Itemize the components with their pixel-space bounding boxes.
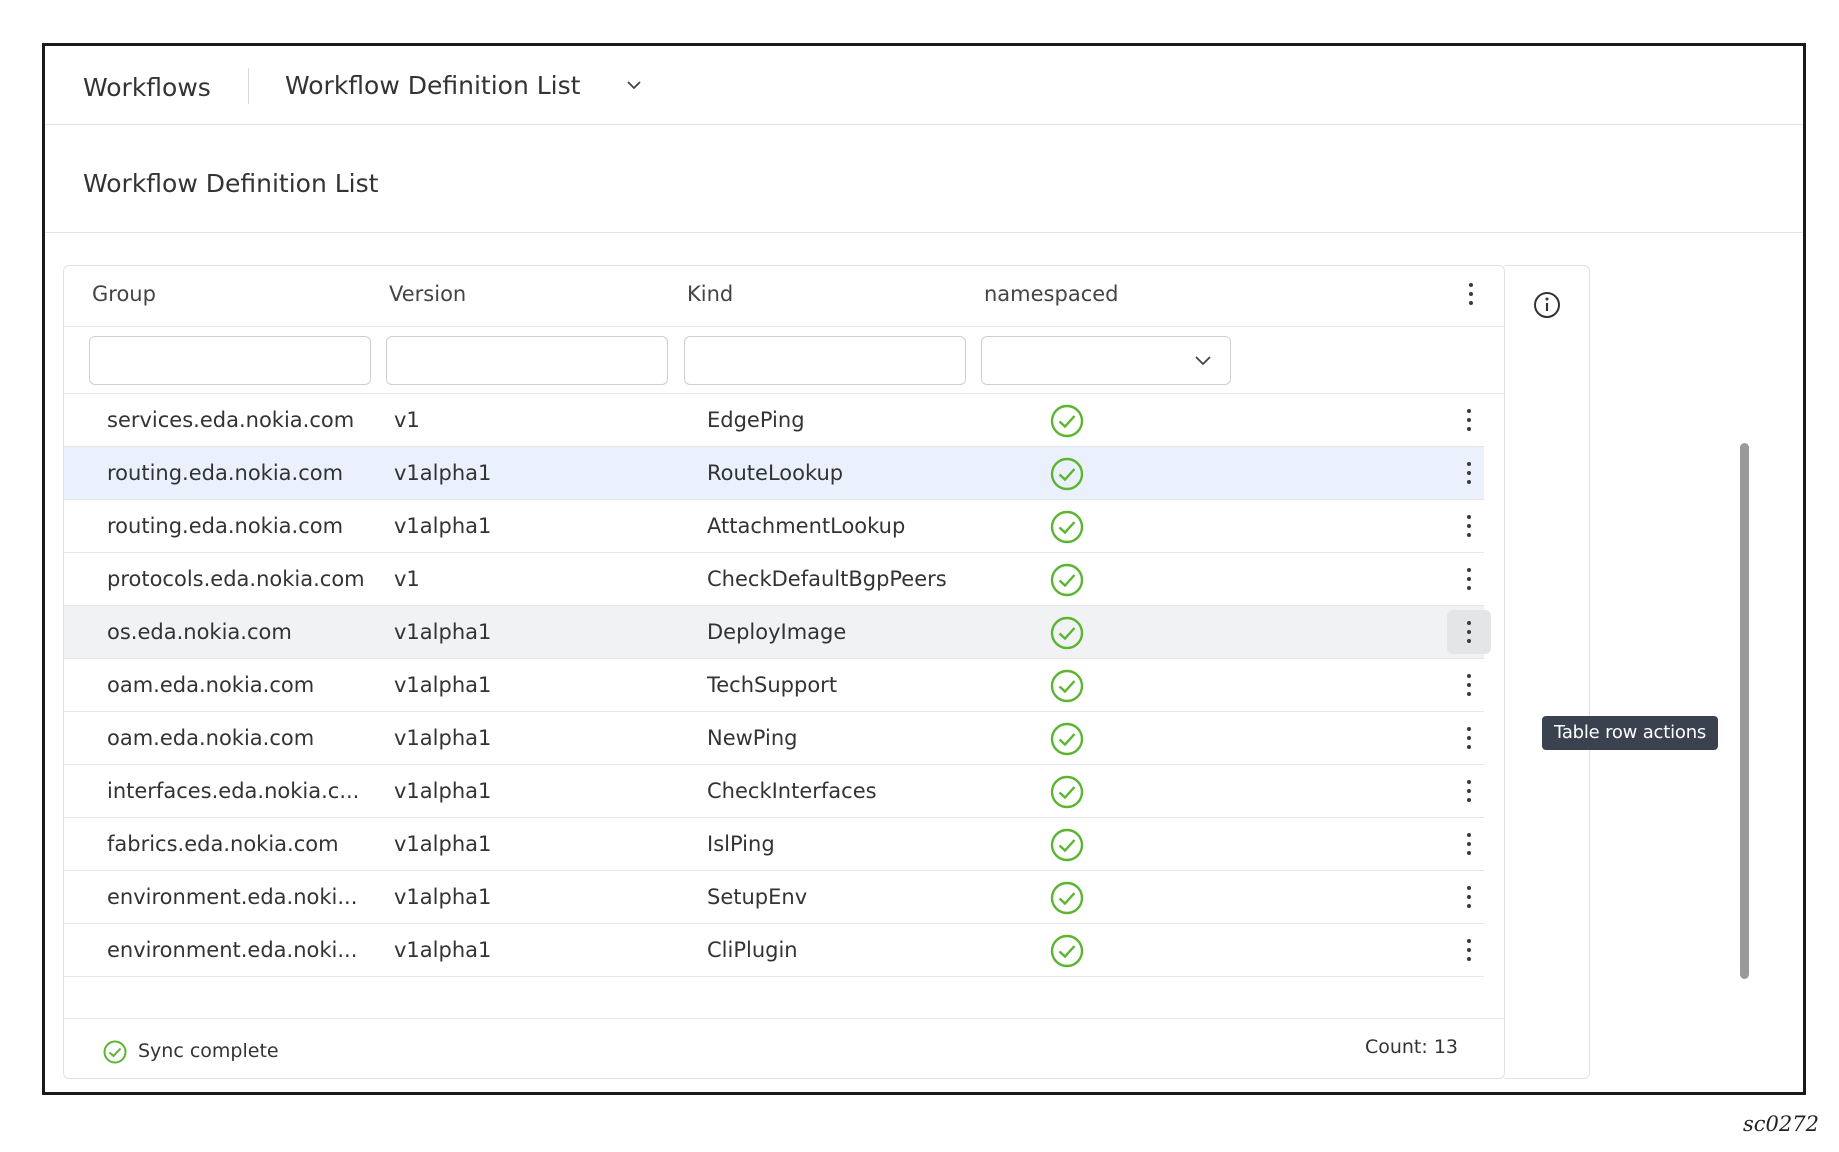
table-body: services.eda.nokia.com v1 EdgePing routing.…	[64, 394, 1491, 994]
side-panel	[1505, 265, 1590, 1079]
kind-cell: AttachmentLookup	[707, 514, 906, 538]
table-row[interactable]: environment.eda.noki... v1alpha1 CliPlugin	[64, 924, 1484, 977]
namespaced-check-icon	[1050, 404, 1084, 438]
table-row[interactable]: routing.eda.nokia.com v1alpha1 RouteLookup	[64, 447, 1484, 500]
sync-complete-icon	[103, 1040, 127, 1064]
namespaced-check-icon	[1050, 722, 1084, 756]
namespaced-check-icon	[1050, 616, 1084, 650]
column-header-namespaced[interactable]: namespaced	[984, 282, 1119, 306]
group-cell: services.eda.nokia.com	[107, 408, 355, 432]
kind-cell: SetupEnv	[707, 885, 808, 909]
group-filter-input[interactable]	[89, 336, 371, 385]
row-actions-kebab-icon[interactable]	[1447, 504, 1491, 548]
namespaced-check-icon	[1050, 828, 1084, 862]
version-cell: v1alpha1	[394, 938, 492, 962]
kind-cell: IslPing	[707, 832, 775, 856]
table-row[interactable]: interfaces.eda.nokia.c... v1alpha1 CheckIn…	[64, 765, 1484, 818]
row-actions-tooltip: Table row actions	[1542, 716, 1719, 750]
version-cell: v1alpha1	[394, 726, 492, 750]
kind-cell: NewPing	[707, 726, 798, 750]
group-cell: environment.eda.noki...	[107, 885, 358, 909]
chevron-down-icon[interactable]	[625, 76, 643, 94]
version-cell: v1alpha1	[394, 779, 492, 803]
filter-row	[64, 327, 1504, 394]
namespaced-filter-select[interactable]	[981, 336, 1231, 385]
kind-cell: DeployImage	[707, 620, 847, 644]
app-title[interactable]: Workflows	[83, 73, 211, 102]
version-cell: v1alpha1	[394, 832, 492, 856]
table-row[interactable]: routing.eda.nokia.com v1alpha1 AttachmentL…	[64, 500, 1484, 553]
kind-cell: CliPlugin	[707, 938, 798, 962]
column-header-group[interactable]: Group	[92, 282, 156, 306]
group-cell: oam.eda.nokia.com	[107, 673, 315, 697]
row-actions-kebab-icon[interactable]	[1447, 663, 1491, 707]
group-cell: environment.eda.noki...	[107, 938, 358, 962]
version-cell: v1alpha1	[394, 673, 492, 697]
table-row[interactable]: services.eda.nokia.com v1 EdgePing	[64, 394, 1484, 447]
namespaced-check-icon	[1050, 510, 1084, 544]
top-bar: Workflows Workflow Definition List	[45, 46, 1803, 125]
table-header: Group Version Kind namespaced	[64, 266, 1504, 327]
group-cell: protocols.eda.nokia.com	[107, 567, 365, 591]
column-header-version[interactable]: Version	[389, 282, 466, 306]
info-icon[interactable]	[1532, 290, 1562, 320]
row-actions-kebab-icon[interactable]	[1447, 716, 1491, 760]
kind-filter-input[interactable]	[684, 336, 966, 385]
column-header-kind[interactable]: Kind	[687, 282, 733, 306]
row-actions-kebab-icon[interactable]	[1447, 822, 1491, 866]
row-actions-kebab-icon[interactable]	[1447, 557, 1491, 601]
kind-cell: RouteLookup	[707, 461, 844, 485]
namespaced-check-icon	[1050, 669, 1084, 703]
table-row[interactable]: environment.eda.noki... v1alpha1 SetupEnv	[64, 871, 1484, 924]
namespaced-check-icon	[1050, 457, 1084, 491]
version-cell: v1alpha1	[394, 885, 492, 909]
group-cell: fabrics.eda.nokia.com	[107, 832, 339, 856]
row-count: Count: 13	[1364, 1036, 1458, 1058]
group-cell: interfaces.eda.nokia.c...	[107, 779, 360, 803]
kind-cell: EdgePing	[707, 408, 805, 432]
app-window: Workflows Workflow Definition List Workf…	[42, 43, 1806, 1095]
divider	[248, 68, 249, 104]
column-options-kebab-icon[interactable]	[1449, 272, 1493, 316]
sync-status: Sync complete	[138, 1040, 279, 1062]
group-cell: routing.eda.nokia.com	[107, 461, 344, 485]
row-actions-kebab-icon[interactable]	[1447, 398, 1491, 442]
version-cell: v1alpha1	[394, 461, 492, 485]
table-row[interactable]: fabrics.eda.nokia.com v1alpha1 IslPing	[64, 818, 1484, 871]
workflow-definition-table: Group Version Kind namespaced services.e…	[63, 265, 1505, 1079]
page-title: Workflow Definition List	[83, 169, 379, 198]
view-selector[interactable]: Workflow Definition List	[285, 71, 580, 100]
version-cell: v1	[394, 408, 420, 432]
group-cell: os.eda.nokia.com	[107, 620, 292, 644]
version-cell: v1alpha1	[394, 514, 492, 538]
table-row[interactable]: protocols.eda.nokia.com v1 CheckDefaultBgp…	[64, 553, 1484, 606]
namespaced-check-icon	[1050, 775, 1084, 809]
version-cell: v1alpha1	[394, 620, 492, 644]
group-cell: oam.eda.nokia.com	[107, 726, 315, 750]
table-row[interactable]: oam.eda.nokia.com v1alpha1 NewPing	[64, 712, 1484, 765]
figure-id: sc0272	[1743, 1112, 1819, 1136]
version-filter-input[interactable]	[386, 336, 668, 385]
namespaced-check-icon	[1050, 881, 1084, 915]
table-row[interactable]: oam.eda.nokia.com v1alpha1 TechSupport	[64, 659, 1484, 712]
kind-cell: TechSupport	[707, 673, 838, 697]
namespaced-check-icon	[1050, 934, 1084, 968]
row-actions-kebab-icon[interactable]	[1447, 610, 1491, 654]
version-cell: v1	[394, 567, 420, 591]
table-scrollbar[interactable]	[1740, 443, 1749, 979]
row-actions-kebab-icon[interactable]	[1447, 451, 1491, 495]
group-cell: routing.eda.nokia.com	[107, 514, 344, 538]
table-row[interactable]: os.eda.nokia.com v1alpha1 DeployImage	[64, 606, 1491, 659]
table-footer: Sync complete Count: 13	[64, 1018, 1504, 1079]
row-actions-kebab-icon[interactable]	[1447, 769, 1491, 813]
kind-cell: CheckDefaultBgpPeers	[707, 567, 947, 591]
chevron-down-icon	[1195, 356, 1211, 366]
namespaced-check-icon	[1050, 563, 1084, 597]
row-actions-kebab-icon[interactable]	[1447, 928, 1491, 972]
kind-cell: CheckInterfaces	[707, 779, 877, 803]
page-header: Workflow Definition List	[45, 125, 1803, 233]
row-actions-kebab-icon[interactable]	[1447, 875, 1491, 919]
